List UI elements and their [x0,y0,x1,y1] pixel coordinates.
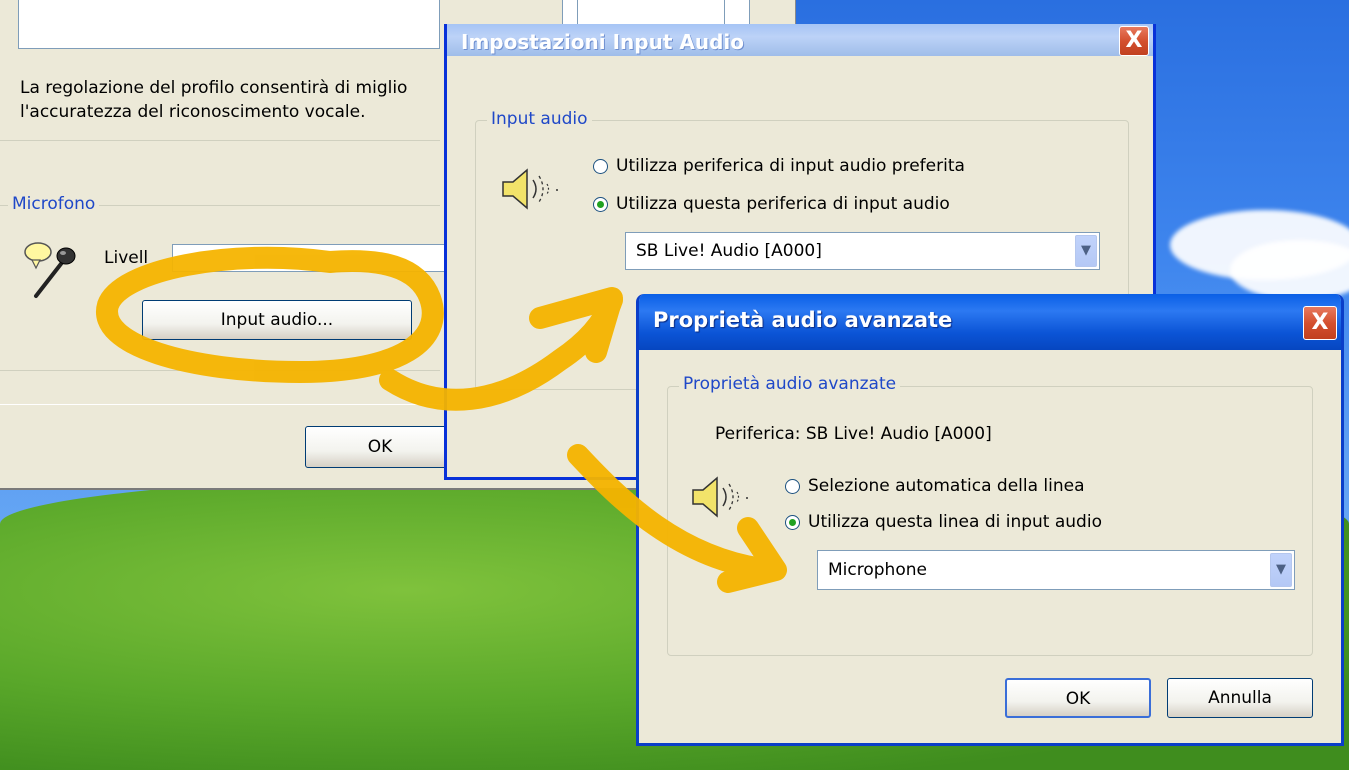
main-ok-button[interactable]: OK [305,426,455,468]
input-audio-button[interactable]: Input audio... [142,300,412,340]
radio-label: Selezione automatica della linea [808,476,1085,496]
radio-this-device[interactable]: Utilizza questa periferica di input audi… [593,194,950,214]
speaker-icon [502,168,558,210]
level-meter [172,244,454,272]
close-icon: X [1125,28,1143,53]
divider [0,140,440,141]
radio-label: Utilizza questa periferica di input audi… [616,194,950,214]
radio-button-selected[interactable] [593,196,608,212]
input-device-select[interactable]: SB Live! Audio [A000] ▼ [625,232,1100,270]
microphone-group-title: Microfono [8,194,100,214]
microphone-icon [24,242,76,298]
radio-button[interactable] [593,158,608,174]
close-button[interactable]: X [1119,26,1149,56]
chevron-down-icon[interactable]: ▼ [1075,235,1097,267]
dialog-title: Proprietà audio avanzate [653,308,953,332]
profile-description: La regolazione del profilo consentirà di… [20,78,408,122]
radio-button-selected[interactable] [785,514,800,530]
level-label: Livell [104,248,149,268]
radio-preferred-device[interactable]: Utilizza periferica di input audio prefe… [593,156,965,176]
device-line: Periferica: SB Live! Audio [A000] [715,424,992,444]
radio-this-line[interactable]: Utilizza questa linea di input audio [785,512,1102,532]
input-line-select[interactable]: Microphone ▼ [817,550,1295,590]
radio-button[interactable] [785,478,800,494]
speaker-icon [692,476,748,518]
ok-button[interactable]: OK [1005,678,1151,718]
cloud [1230,240,1349,300]
radio-label: Utilizza questa linea di input audio [808,512,1102,532]
chevron-down-icon[interactable]: ▼ [1270,553,1292,587]
radio-auto-line[interactable]: Selezione automatica della linea [785,476,1085,496]
advanced-group-title: Proprietà audio avanzate [679,374,901,394]
divider [0,370,440,371]
profile-control[interactable] [577,0,725,27]
advanced-audio-properties-dialog: Proprietà audio avanzate X Proprietà aud… [636,294,1344,746]
close-icon: X [1311,310,1329,335]
radio-label: Utilizza periferica di input audio prefe… [616,156,965,176]
dialog-titlebar[interactable]: Impostazioni Input Audio X [447,24,1153,56]
cancel-button[interactable]: Annulla [1167,678,1313,718]
dialog-title: Impostazioni Input Audio [461,30,744,54]
selected-value: Microphone [828,560,927,580]
dialog-titlebar[interactable]: Proprietà audio avanzate X [639,294,1341,350]
input-audio-group-title: Input audio [487,109,592,129]
close-button[interactable]: X [1303,306,1337,340]
selected-value: SB Live! Audio [A000] [636,241,822,261]
profile-listbox[interactable] [18,0,440,49]
dialog-body: Proprietà audio avanzate Periferica: SB … [639,350,1341,743]
